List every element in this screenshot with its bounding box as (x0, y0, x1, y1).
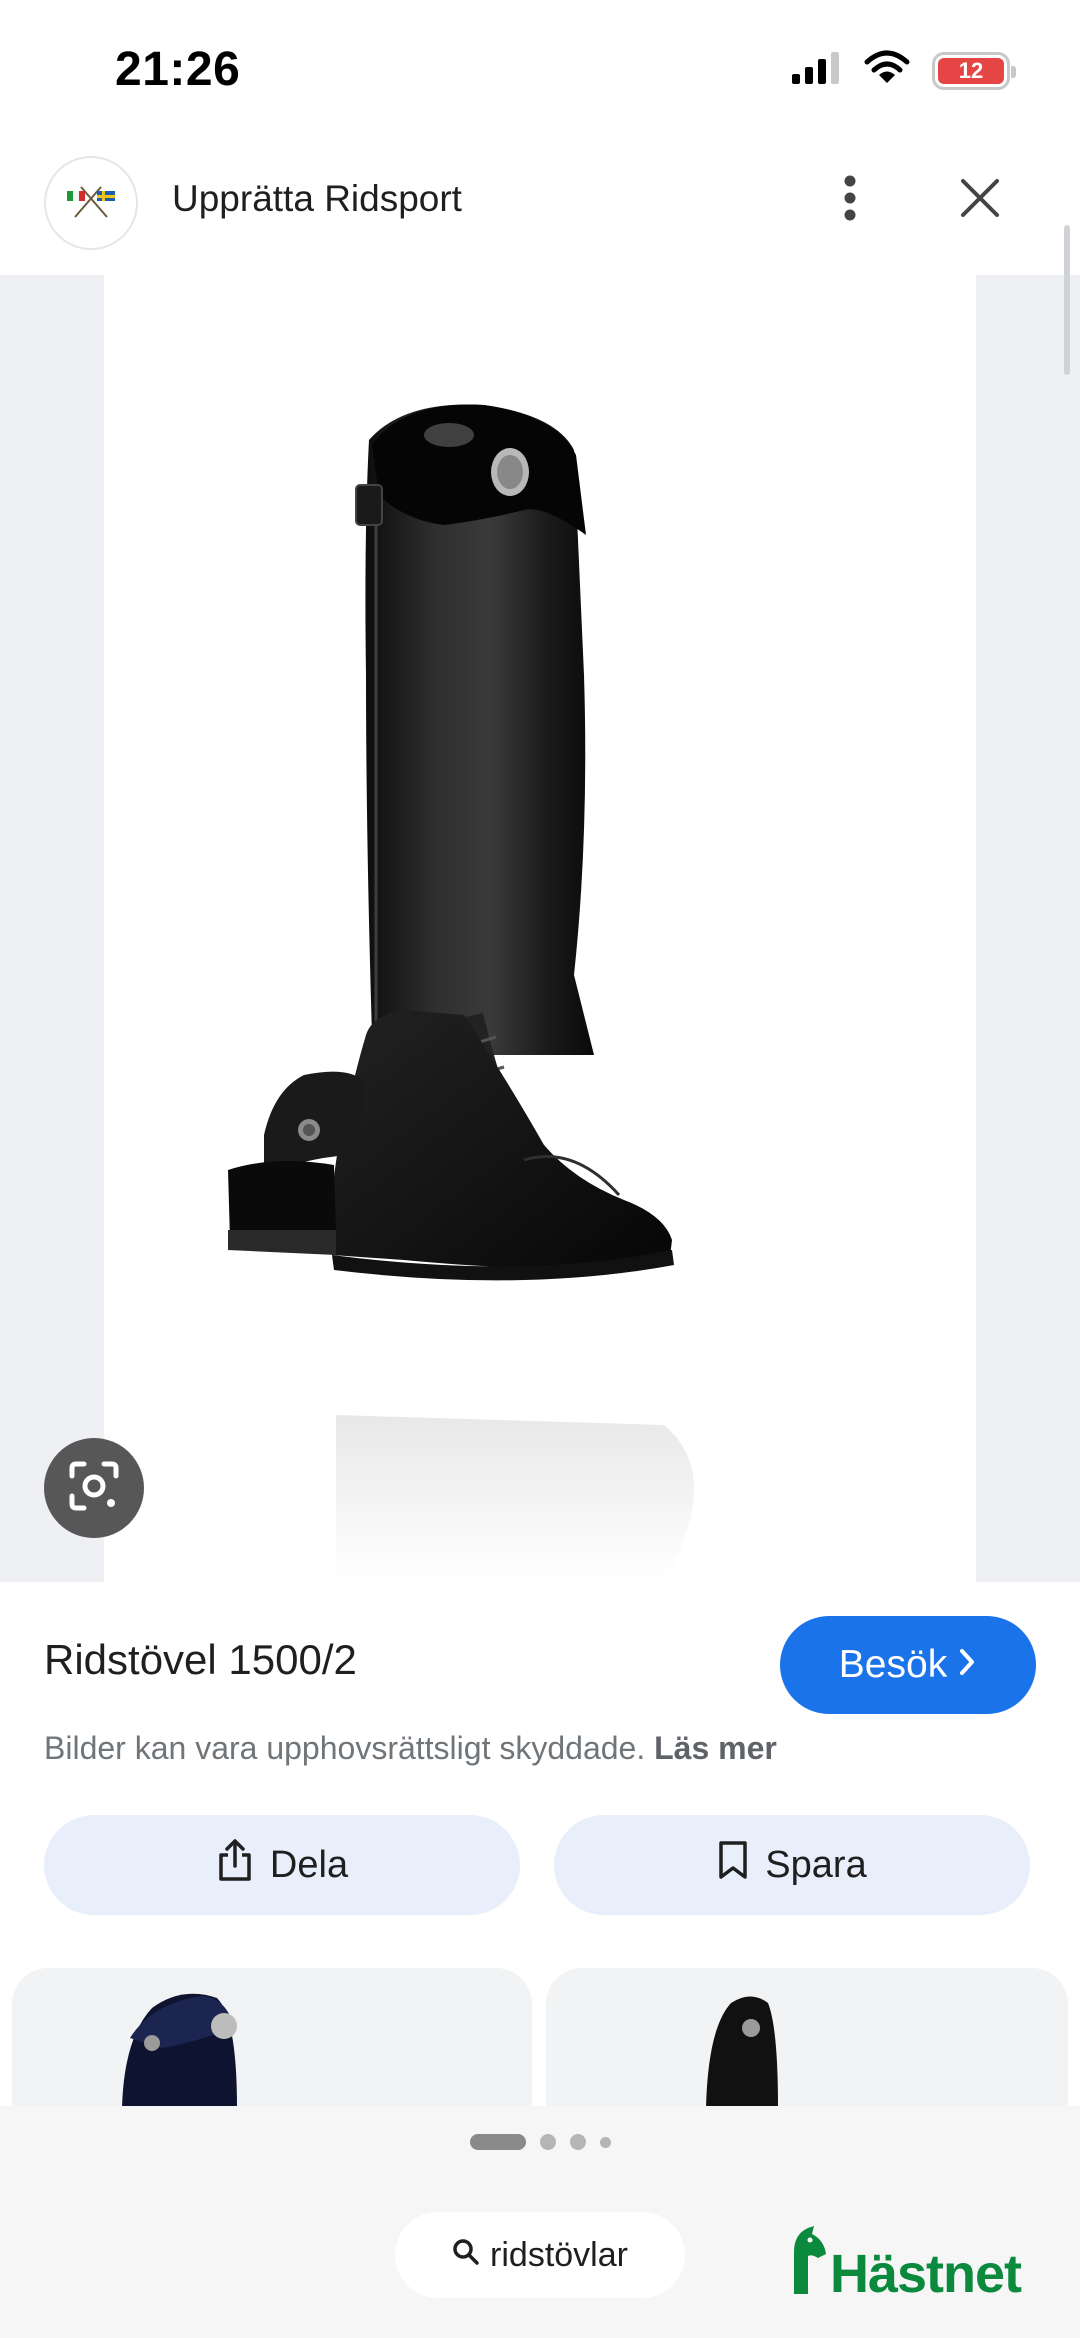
signal-icon (790, 50, 842, 91)
product-image-viewer[interactable] (0, 275, 1080, 1582)
save-label: Spara (765, 1843, 867, 1886)
product-image (104, 275, 976, 1582)
page-dot[interactable] (539, 2134, 556, 2150)
page-dot-active[interactable] (469, 2134, 526, 2150)
brand-name: Hästnet (830, 2244, 1022, 2304)
visit-button[interactable]: Besök (780, 1616, 1036, 1714)
visit-label: Besök (838, 1643, 948, 1686)
search-pill[interactable]: ridstövlar (395, 2212, 685, 2298)
site-logo[interactable] (44, 156, 138, 250)
share-button[interactable]: Dela (44, 1815, 520, 1915)
page-dot[interactable] (569, 2134, 586, 2150)
chevron-right-icon (957, 1643, 977, 1687)
page-dot[interactable] (599, 2136, 611, 2148)
share-icon (216, 1838, 254, 1892)
status-icons: 12 (790, 50, 1016, 91)
more-button[interactable] (820, 170, 880, 230)
google-lens-icon (66, 1458, 122, 1519)
share-label: Dela (269, 1843, 349, 1886)
related-image-card[interactable] (546, 1968, 1068, 2108)
scroll-indicator[interactable] (1064, 225, 1070, 375)
copyright-text: Bilder kan vara upphovsrättsligt skyddad… (44, 1730, 646, 1766)
horse-head-icon (788, 2224, 828, 2301)
battery-level: 12 (938, 57, 1004, 84)
related-boot-image (122, 1993, 237, 2108)
more-vert-icon (842, 173, 858, 228)
status-time: 21:26 (115, 43, 241, 96)
search-query: ridstövlar (490, 2235, 628, 2274)
riding-boot-image (228, 404, 694, 1582)
wifi-icon (864, 50, 910, 91)
save-button[interactable]: Spara (554, 1815, 1030, 1915)
close-icon (960, 178, 1000, 223)
search-icon (452, 2236, 480, 2275)
related-boot-image (706, 1996, 778, 2108)
related-image-card[interactable] (12, 1968, 532, 2108)
bookmark-icon (717, 1839, 749, 1891)
read-more-link[interactable]: Läs mer (654, 1730, 777, 1766)
flags-icon (61, 183, 121, 224)
copyright-notice: Bilder kan vara upphovsrättsligt skyddad… (44, 1730, 777, 1767)
status-bar: 21:26 12 (0, 0, 1080, 140)
battery-icon: 12 (932, 51, 1016, 90)
close-button[interactable] (950, 170, 1010, 230)
brand-logo[interactable]: Hästnet (788, 2224, 1022, 2304)
site-title: Upprätta Ridsport (172, 178, 462, 219)
product-title: Ridstövel 1500/2 (44, 1636, 357, 1683)
battery-nub (1011, 65, 1016, 78)
lens-button[interactable] (44, 1438, 144, 1538)
header: Upprätta Ridsport (0, 150, 1080, 275)
page-indicator (0, 2134, 1080, 2150)
